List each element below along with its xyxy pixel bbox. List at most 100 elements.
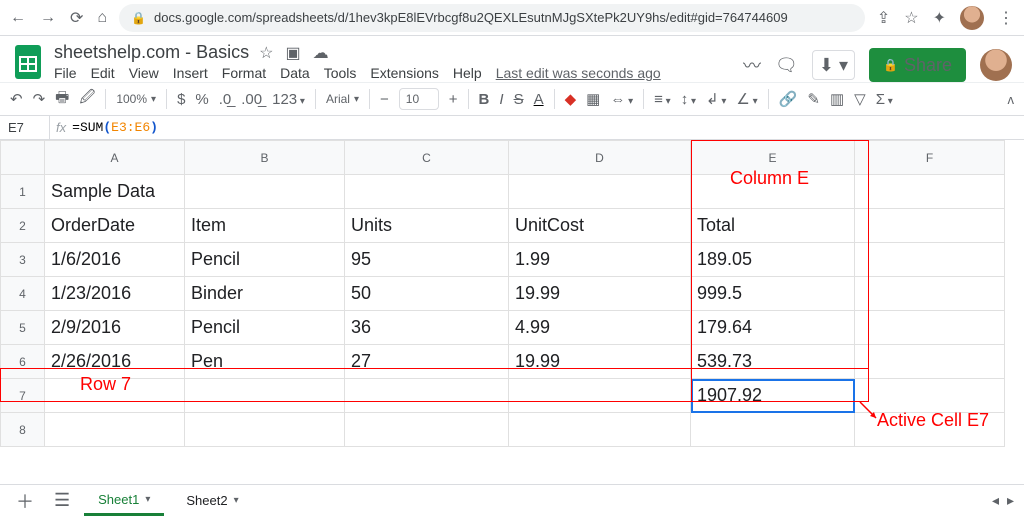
menu-edit[interactable]: Edit bbox=[91, 65, 115, 81]
cell-C8[interactable] bbox=[345, 413, 509, 447]
doc-title[interactable]: sheetshelp.com - Basics bbox=[54, 42, 249, 63]
cell-F4[interactable] bbox=[855, 277, 1005, 311]
fill-color-icon[interactable]: ◆ bbox=[565, 90, 577, 108]
cell-E1[interactable] bbox=[691, 175, 855, 209]
link-icon[interactable]: 🔗 bbox=[779, 90, 798, 108]
inc-dec-icon[interactable]: .00̲ bbox=[241, 91, 262, 108]
spreadsheet-grid[interactable]: A B C D E F 1 Sample Data 2 OrderDate bbox=[0, 140, 1005, 447]
share-url-icon[interactable]: ⇪ bbox=[877, 8, 890, 28]
name-box[interactable]: E7 bbox=[0, 116, 50, 139]
collapse-toolbar-icon[interactable]: ʌ bbox=[1008, 92, 1015, 107]
forward-icon[interactable]: → bbox=[40, 9, 56, 27]
font-inc-icon[interactable]: + bbox=[449, 91, 458, 108]
last-edit[interactable]: Last edit was seconds ago bbox=[496, 65, 661, 81]
cell-E7[interactable]: 1907.92 bbox=[691, 379, 855, 413]
cell-E2[interactable]: Total bbox=[691, 209, 855, 243]
more-formats-icon[interactable]: 123 bbox=[272, 91, 305, 108]
row-header-3[interactable]: 3 bbox=[1, 243, 45, 277]
row-header-6[interactable]: 6 bbox=[1, 345, 45, 379]
cell-E4[interactable]: 999.5 bbox=[691, 277, 855, 311]
cell-E3[interactable]: 189.05 bbox=[691, 243, 855, 277]
chart-icon[interactable]: ▥ bbox=[830, 90, 844, 108]
menu-format[interactable]: Format bbox=[222, 65, 266, 81]
formula-input[interactable]: =SUM(E3:E6) bbox=[72, 120, 158, 135]
row-header-8[interactable]: 8 bbox=[1, 413, 45, 447]
row-header-5[interactable]: 5 bbox=[1, 311, 45, 345]
cell-D4[interactable]: 19.99 bbox=[509, 277, 691, 311]
cell-B7[interactable] bbox=[185, 379, 345, 413]
bookmark-icon[interactable]: ☆ bbox=[904, 8, 918, 28]
menu-view[interactable]: View bbox=[129, 65, 159, 81]
cell-D8[interactable] bbox=[509, 413, 691, 447]
tab-sheet2[interactable]: Sheet2▾ bbox=[172, 485, 252, 516]
cell-B3[interactable]: Pencil bbox=[185, 243, 345, 277]
cell-C5[interactable]: 36 bbox=[345, 311, 509, 345]
cell-D6[interactable]: 19.99 bbox=[509, 345, 691, 379]
cell-F8[interactable] bbox=[855, 413, 1005, 447]
valign-icon[interactable]: ↕ bbox=[681, 91, 696, 108]
tab-sheet1[interactable]: Sheet1▾ bbox=[84, 485, 164, 516]
halign-icon[interactable]: ≡ bbox=[654, 91, 671, 108]
undo-icon[interactable]: ↶ bbox=[10, 90, 23, 108]
cell-A1[interactable]: Sample Data bbox=[45, 175, 185, 209]
cell-B4[interactable]: Binder bbox=[185, 277, 345, 311]
italic-icon[interactable]: I bbox=[499, 91, 503, 108]
menu-help[interactable]: Help bbox=[453, 65, 482, 81]
cell-B5[interactable]: Pencil bbox=[185, 311, 345, 345]
cell-E5[interactable]: 179.64 bbox=[691, 311, 855, 345]
percent-icon[interactable]: % bbox=[195, 91, 208, 108]
row-header-4[interactable]: 4 bbox=[1, 277, 45, 311]
dec-dec-icon[interactable]: .0̲ bbox=[219, 91, 232, 108]
cell-E8[interactable] bbox=[691, 413, 855, 447]
zoom-select[interactable]: 100% bbox=[116, 92, 156, 106]
cell-F5[interactable] bbox=[855, 311, 1005, 345]
cell-F3[interactable] bbox=[855, 243, 1005, 277]
redo-icon[interactable]: ↷ bbox=[33, 90, 46, 108]
text-color-icon[interactable]: A bbox=[534, 91, 544, 108]
move-folder-icon[interactable]: ▣ bbox=[285, 43, 300, 63]
font-dec-icon[interactable]: − bbox=[380, 91, 389, 108]
strike-icon[interactable]: S bbox=[514, 91, 524, 108]
cell-F2[interactable] bbox=[855, 209, 1005, 243]
col-header-B[interactable]: B bbox=[185, 141, 345, 175]
present-button[interactable]: ⬇ ▾ bbox=[812, 50, 855, 80]
cell-C4[interactable]: 50 bbox=[345, 277, 509, 311]
account-avatar[interactable] bbox=[980, 49, 1012, 81]
add-sheet-button[interactable]: ＋ bbox=[10, 488, 40, 514]
cell-D1[interactable] bbox=[509, 175, 691, 209]
menu-data[interactable]: Data bbox=[280, 65, 310, 81]
col-header-F[interactable]: F bbox=[855, 141, 1005, 175]
bold-icon[interactable]: B bbox=[479, 91, 490, 108]
extensions-icon[interactable]: ✦ bbox=[933, 8, 946, 28]
cell-C3[interactable]: 95 bbox=[345, 243, 509, 277]
cell-A7[interactable] bbox=[45, 379, 185, 413]
col-header-A[interactable]: A bbox=[45, 141, 185, 175]
currency-icon[interactable]: $ bbox=[177, 91, 185, 108]
menu-file[interactable]: File bbox=[54, 65, 77, 81]
menu-insert[interactable]: Insert bbox=[173, 65, 208, 81]
cell-C1[interactable] bbox=[345, 175, 509, 209]
scroll-left-icon[interactable]: ◂ bbox=[992, 492, 999, 509]
cell-B2[interactable]: Item bbox=[185, 209, 345, 243]
sheets-logo[interactable] bbox=[12, 42, 44, 82]
col-header-D[interactable]: D bbox=[509, 141, 691, 175]
menu-tools[interactable]: Tools bbox=[324, 65, 357, 81]
cell-D7[interactable] bbox=[509, 379, 691, 413]
cell-F1[interactable] bbox=[855, 175, 1005, 209]
cell-F6[interactable] bbox=[855, 345, 1005, 379]
functions-icon[interactable]: Σ bbox=[876, 91, 893, 108]
cell-C2[interactable]: Units bbox=[345, 209, 509, 243]
comment-icon[interactable]: ✎ bbox=[807, 90, 820, 108]
cell-D2[interactable]: UnitCost bbox=[509, 209, 691, 243]
omnibox[interactable]: 🔒 docs.google.com/spreadsheets/d/1hev3kp… bbox=[119, 4, 865, 32]
cell-A6[interactable]: 2/26/2016 bbox=[45, 345, 185, 379]
row-header-2[interactable]: 2 bbox=[1, 209, 45, 243]
cell-A4[interactable]: 1/23/2016 bbox=[45, 277, 185, 311]
borders-icon[interactable]: ▦ bbox=[586, 90, 600, 108]
paint-format-icon[interactable]: 🖉 bbox=[79, 87, 95, 112]
wrap-icon[interactable]: ↲ bbox=[706, 90, 726, 108]
cell-B8[interactable] bbox=[185, 413, 345, 447]
col-header-E[interactable]: E bbox=[691, 141, 855, 175]
back-icon[interactable]: ← bbox=[10, 9, 26, 27]
chrome-menu-icon[interactable]: ⋮ bbox=[998, 8, 1014, 28]
